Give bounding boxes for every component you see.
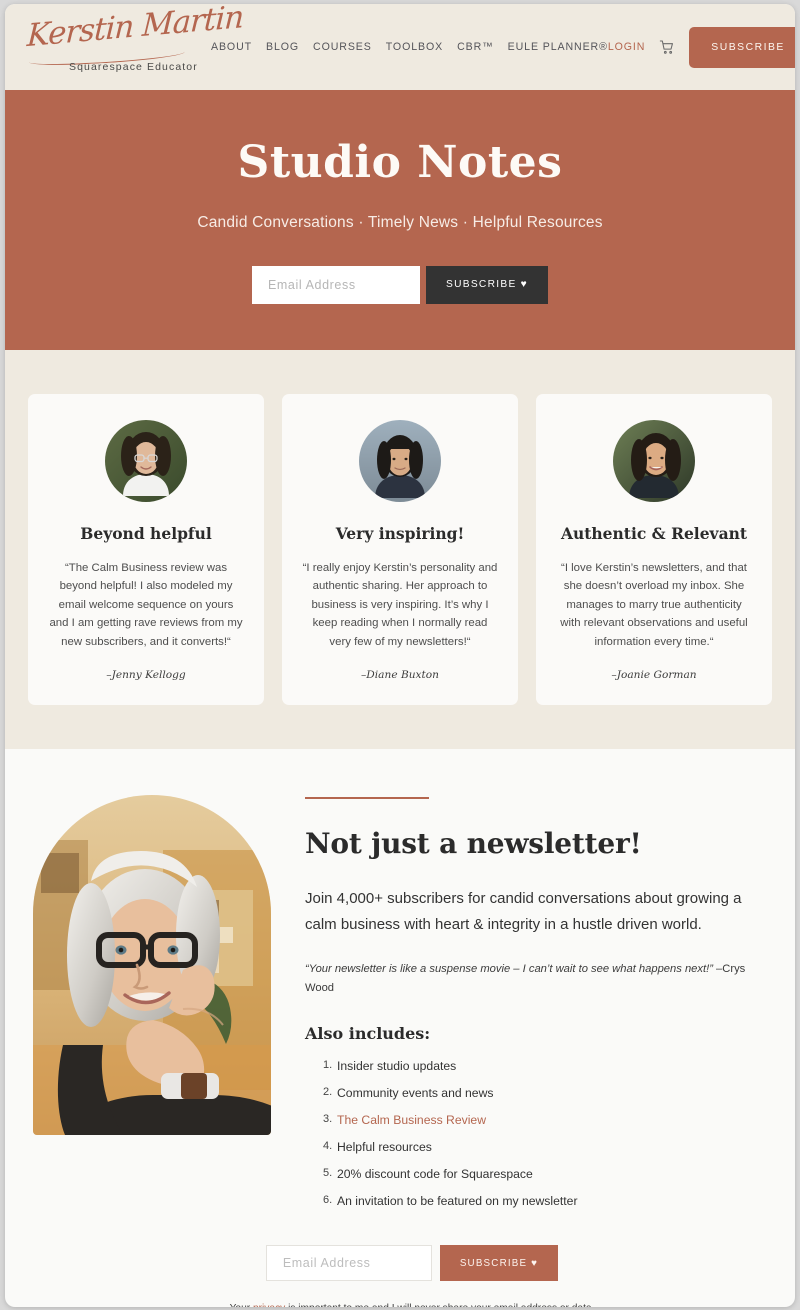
testimonial-card: Beyond helpful “The Calm Business review…	[28, 394, 264, 706]
bottom-subscribe-button[interactable]: SUBSCRIBE ♥	[439, 1245, 559, 1282]
newsletter-heading: Not just a newsletter!	[305, 827, 642, 861]
header-subscribe-button[interactable]: SUBSCRIBE	[689, 26, 795, 68]
cart-icon[interactable]	[659, 39, 675, 55]
testimonial-quote: “I really enjoy Kerstin’s personality an…	[302, 562, 498, 648]
testimonial-author: –Jenny Kellogg	[106, 669, 186, 682]
site-header: Kerstin Martin Squarespace Educator ABOU…	[5, 4, 795, 90]
logo-subtitle: Squarespace Educator	[69, 61, 198, 73]
nav-item-cbr[interactable]: CBR™	[457, 41, 494, 53]
privacy-prefix: Your	[230, 1303, 253, 1307]
header-actions: LOGIN SUBSCRIBE	[608, 26, 795, 68]
list-item: Community events and news	[323, 1086, 494, 1101]
testimonial-quote: “I love Kerstin’s newsletters, and that …	[560, 562, 748, 648]
testimonial-title: Authentic & Relevant	[560, 524, 748, 543]
bottom-email-input[interactable]	[265, 1245, 432, 1282]
hero-subscribe-form: SUBSCRIBE ♥	[251, 265, 549, 304]
nav-item-about[interactable]: ABOUT	[211, 41, 252, 53]
main-navigation: ABOUT BLOG COURSES TOOLBOX CBR™ EULE PLA…	[211, 41, 608, 53]
page-root: Kerstin Martin Squarespace Educator ABOU…	[5, 4, 795, 1307]
testimonial-author: –Joanie Gorman	[611, 669, 697, 682]
testimonial-quote: “The Calm Business review was beyond hel…	[49, 562, 243, 648]
nav-item-courses[interactable]: COURSES	[313, 41, 372, 53]
testimonial-card: Very inspiring! “I really enjoy Kerstin’…	[282, 394, 518, 706]
privacy-suffix: is important to me and I will never shar…	[285, 1303, 594, 1307]
portrait-container	[29, 795, 271, 1221]
includes-list: Insider studio updates Community events …	[305, 1059, 771, 1208]
newsletter-lead: Join 4,000+ subscribers for candid conve…	[305, 890, 742, 934]
hero-subtitle: Candid Conversations · Timely News · Hel…	[197, 213, 603, 231]
avatar	[613, 420, 695, 502]
includes-heading: Also includes:	[305, 1024, 431, 1044]
testimonials-section: Beyond helpful “The Calm Business review…	[5, 350, 795, 750]
avatar	[105, 420, 187, 502]
bottom-subscribe-area: SUBSCRIBE ♥ Your privacy is important to…	[5, 1221, 795, 1307]
hero-section: Studio Notes Candid Conversations · Time…	[5, 90, 795, 350]
hero-subscribe-button[interactable]: SUBSCRIBE ♥	[425, 265, 549, 304]
list-item: Insider studio updates	[323, 1059, 457, 1074]
list-item: 20% discount code for Squarespace	[323, 1167, 533, 1182]
section-divider	[305, 797, 429, 800]
login-link[interactable]: LOGIN	[608, 41, 645, 53]
nav-item-eule-planner[interactable]: EULE PLANNER®	[508, 41, 608, 53]
avatar	[359, 420, 441, 502]
portrait-kerstin-martin	[33, 795, 271, 1136]
list-item: Helpful resources	[323, 1140, 432, 1155]
privacy-link[interactable]: privacy	[253, 1303, 285, 1307]
nav-item-blog[interactable]: BLOG	[266, 41, 299, 53]
newsletter-quote: “Your newsletter is like a suspense movi…	[305, 960, 771, 999]
testimonial-title: Beyond helpful	[80, 524, 212, 543]
newsletter-body: Not just a newsletter! Join 4,000+ subsc…	[305, 795, 771, 1221]
newsletter-section: Not just a newsletter! Join 4,000+ subsc…	[5, 749, 795, 1222]
bottom-subscribe-form: SUBSCRIBE ♥	[265, 1245, 559, 1282]
privacy-note: Your privacy is important to me and I wi…	[230, 1303, 595, 1307]
hero-email-input[interactable]	[251, 265, 420, 304]
newsletter-quote-text: “Your newsletter is like a suspense movi…	[305, 962, 713, 975]
testimonial-title: Very inspiring!	[335, 524, 465, 543]
list-item: An invitation to be featured on my newsl…	[323, 1194, 578, 1209]
site-logo[interactable]: Kerstin Martin Squarespace Educator	[23, 4, 244, 78]
page-title: Studio Notes	[237, 136, 563, 188]
list-item-calm-business-review[interactable]: The Calm Business Review	[323, 1113, 771, 1127]
nav-item-toolbox[interactable]: TOOLBOX	[386, 41, 443, 53]
testimonial-author: –Diane Buxton	[361, 669, 439, 682]
testimonial-card: Authentic & Relevant “I love Kerstin’s n…	[536, 394, 772, 706]
